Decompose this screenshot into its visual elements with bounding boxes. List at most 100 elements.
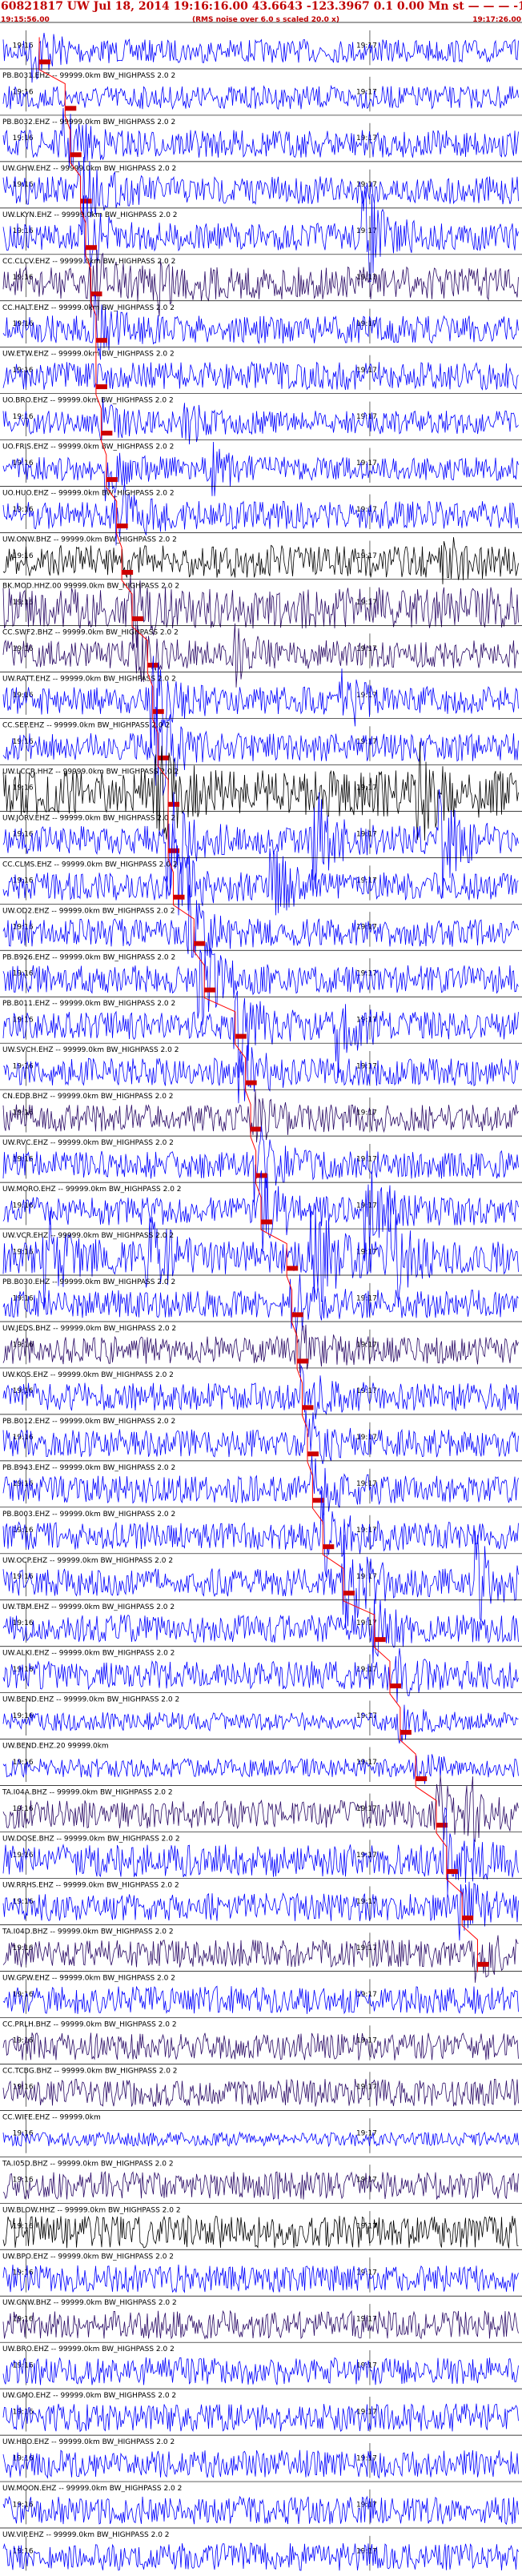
trace-48: 19:16 19:17UW.BPO.EHZ -- 99999.0km BW_HIG… [0,2249,522,2293]
pick-marker [194,941,206,946]
trace-4: 19:16 19:17UW.LKYN.EHZ -- 99999.0km BW_HI… [0,185,522,283]
waveform [2,2078,519,2107]
trace-label: UW.GNW.BHZ -- 99999.0km BW_HIGHPASS 2.0 … [2,2299,177,2307]
pick-marker [204,987,216,993]
traces-plot: 19:16 19:17 19:16 19:17PB.B031.EHZ -- 99999… [0,22,522,2571]
trace-label: UW.LKYN.EHZ -- 99999.0km BW_HIGHPASS 2.0… [2,211,178,219]
trace-label: UW.HBO.EHZ -- 99999.0km BW_HIGHPASS 2.0 … [2,2438,175,2446]
trace-45: 19:16 19:17CC.WIFE.EHZ -- 99999.0km [0,2110,522,2153]
trace-29: 19:16 19:17UW.KOS.EHZ -- 99999.0km BW_HIG… [0,1364,522,1420]
waveform [2,2214,519,2249]
trace-label: UW.KOS.EHZ -- 99999.0km BW_HIGHPASS 2.0 … [2,1371,174,1379]
pick-marker [132,616,143,621]
trace-label: CN.EDB.BHZ -- 99999.0km BW_HIGHPASS 2.0 … [2,1093,174,1101]
waveform [2,2131,519,2148]
trace-label: CC.SWF2.BHZ -- 99999.0km BW_HIGHPASS 2.0… [2,629,179,637]
trace-label: UW.BEND.EHZ.20 99999.0km [2,1743,109,1751]
waveform [2,2357,519,2385]
trace-30: 19:16 19:17PB.B012.EHZ -- 99999.0km BW_HI… [0,1410,522,1465]
trace-label: CC.CLMS.EHZ -- 99999.0km BW_HIGHPASS 2.0… [2,861,178,869]
tick-label: 19:16 [13,413,34,421]
waveform [2,2032,519,2060]
tick-label: 19:16 [13,1898,34,1906]
tick-label: 19:16 [13,2037,34,2045]
waveform [2,2450,519,2479]
trace-12: 19:16 19:17BK.MOD.HHZ.00 99999.0km BW_HIG… [0,576,522,652]
pick-marker [323,1544,335,1550]
pick-marker [158,755,170,760]
tick-label: 19:17 [356,552,377,560]
pick-marker [90,291,102,297]
trace-14: 19:16 19:17UW.RATT.EHZ -- 99999.0km BW_HI… [0,656,522,748]
trace-label: PB.B012.EHZ -- 99999.0km BW_HIGHPASS 2.0… [2,1418,175,1426]
pick-marker [65,106,77,111]
pick-marker [39,59,51,65]
trace-21: 19:16 19:17PB.B011.EHZ -- 99999.0km BW_HI… [0,990,522,1078]
pick-marker [245,1080,257,1085]
pick-marker [462,1915,474,1920]
trace-43: 19:16 19:17CC.PRLH.BHZ -- 99999.0km BW_HI… [0,2017,522,2060]
tick-label: 19:17 [356,2130,377,2138]
trace-label: UO.BRO.EHZ -- 99999.0km BW_HIGHPASS 2.0 … [2,397,174,405]
waveform [2,1754,519,1784]
pick-marker [235,1033,247,1039]
trace-label: UW.BLOW.HHZ -- 99999.0km BW_HIGHPASS 2.0… [2,2206,181,2214]
trace-label: PB.B943.EHZ -- 99999.0km BW_HIGHPASS 2.0… [2,1464,175,1472]
trace-label: UW.TBM.EHZ -- 99999.0km BW_HIGHPASS 2.0 … [2,1603,175,1611]
trace-label: UW.RVC.EHZ -- 99999.0km BW_HIGHPASS 2.0 … [2,1139,174,1147]
trace-label: UW.GPW.EHZ -- 99999.0km BW_HIGHPASS 2.0 … [2,1974,175,1982]
tick-label: 19:17 [356,2454,377,2462]
tick-label: 19:16 [13,88,34,96]
tick-label: 19:16 [13,1991,34,1999]
tick-label: 19:17 [356,1480,377,1488]
trace-11: 19:16 19:17UW.ONW.BHZ -- 99999.0km BW_HIG… [0,532,522,584]
pick-marker [95,338,107,343]
trace-3: 19:16 19:17UW.GHW.EHZ -- 99999.0km BW_HIG… [0,156,522,235]
waveform [2,788,519,900]
waveform [2,2309,519,2340]
trace-label: PB.B030.EHZ -- 99999.0km BW_HIGHPASS 2.0… [2,1278,175,1286]
trace-53: 19:16 19:17UW.MOON.EHZ -- 99999.0km BW_HI… [0,2481,522,2526]
tick-label: 19:17 [356,506,377,514]
tick-label: 19:17 [356,1712,377,1720]
pick-marker [297,1358,309,1364]
trace-label: TA.I04A.BHZ -- 99999.0km BW_HIGHPASS 2.0… [2,1789,173,1797]
pick-marker [291,1312,303,1318]
trace-36: 19:16 19:17UW.BEND.EHZ -- 99999.0km BW_HI… [0,1692,522,1744]
pick-marker [477,1961,489,1967]
trace-label: UW.DOSE.BHZ -- 99999.0km BW_HIGHPASS 2.0… [2,1836,180,1844]
pick-marker [343,1591,355,1596]
trace-8: 19:16 19:17UO.BRO.EHZ -- 99999.0km BW_HIG… [0,393,522,445]
trace-label: UW.VCR.EHZ -- 99999.0km BW_HIGHPASS 2.0 … [2,1232,174,1240]
trace-37: 19:16 19:17UW.BEND.EHZ.20 99999.0km [0,1739,522,1784]
trace-label: UW.JORV.EHZ -- 99999.0km BW_HIGHPASS 2.0… [2,814,175,822]
trace-7: 19:16 19:17UW.ETW.EHZ -- 99999.0km BW_HIG… [0,347,522,391]
trace-label: CC.HALT.EHZ -- 99999.0km BW_HIGHPASS 2.0… [2,304,175,312]
trace-46: 19:16 19:17TA.I05D.BHZ -- 99999.0km BW_HI… [0,2156,522,2200]
trace-label: TA.I05D.BHZ -- 99999.0km BW_HIGHPASS 2.0… [2,2160,174,2168]
trace-54: 19:16 19:17UW.VIP.EHZ -- 99999.0km BW_HIG… [0,2527,522,2571]
waveform [2,1704,519,1744]
trace-label: UW.OD2.EHZ -- 99999.0km BW_HIGHPASS 2.0 … [2,907,175,915]
trace-label: PB.B032.EHZ -- 99999.0km BW_HIGHPASS 2.0… [2,118,175,126]
trace-label: CC.TCBG.BHZ -- 99999.0km BW_HIGHPASS 2.0… [2,2067,178,2075]
trace-label: CC.WIFE.EHZ -- 99999.0km [2,2113,101,2121]
trace-label: UO.FRIS.EHZ -- 99999.0km BW_HIGHPASS 2.0… [2,443,174,451]
waveform [2,1985,519,2015]
pick-marker [374,1637,386,1643]
trace-label: CC.SEP.EHZ -- 99999.0km BW_HIGHPASS 2.0 … [2,721,170,729]
tick-label: 19:16 [13,1944,34,1952]
waveform [2,2264,519,2293]
tick-label: 19:16 [13,970,34,978]
waveform [2,361,519,391]
tick-label: 19:17 [356,1387,377,1395]
tick-label: 19:16 [13,134,34,142]
pick-marker [116,524,128,529]
trace-label: UW.MOON.EHZ -- 99999.0km BW_HIGHPASS 2.0… [2,2485,182,2493]
trace-label: UW.ALKI.EHZ -- 99999.0km BW_HIGHPASS 2.0… [2,1650,175,1658]
tick-label: 19:16 [13,1759,34,1767]
trace-1: 19:16 19:17PB.B031.EHZ -- 99999.0km BW_HI… [0,68,522,112]
pick-marker [106,477,118,483]
trace-label: PB.B011.EHZ -- 99999.0km BW_HIGHPASS 2.0… [2,1000,175,1008]
waveform [2,2542,519,2571]
